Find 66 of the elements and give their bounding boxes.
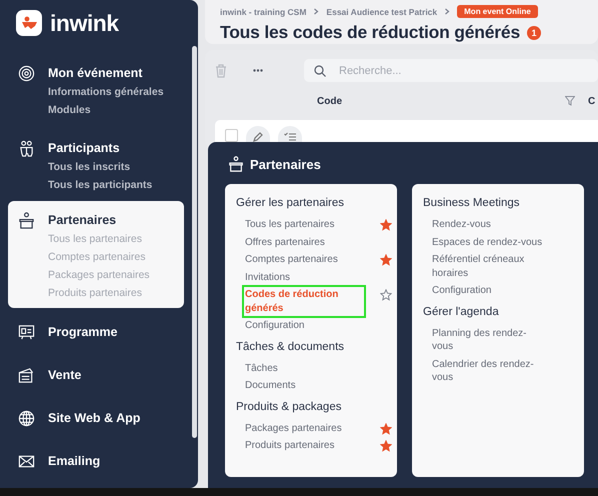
- menu-title: Partenaires: [250, 156, 321, 172]
- page-title: Tous les codes de réduction générés: [220, 22, 520, 43]
- people-icon: [18, 140, 35, 157]
- podium-icon: [18, 212, 35, 229]
- sidebar-item[interactable]: Modules: [48, 104, 91, 117]
- breadcrumb-link[interactable]: Essai Audience test Patrick: [326, 6, 438, 16]
- chevron-icon: [313, 8, 320, 15]
- menu-item[interactable]: Comptes partenaires: [245, 253, 363, 266]
- menu-group-title: Produits & packages: [236, 400, 342, 414]
- more-icon[interactable]: [253, 69, 263, 72]
- count-badge: 1: [527, 26, 541, 40]
- target-icon: [18, 65, 35, 82]
- status-badge: Mon event Online: [457, 5, 538, 18]
- checkbox[interactable]: [225, 129, 238, 142]
- sidebar-section-title[interactable]: Partenaires: [48, 213, 116, 228]
- menu-item[interactable]: Configuration: [245, 319, 363, 332]
- checklist-button[interactable]: [278, 126, 302, 142]
- sidebar-section-title[interactable]: Emailing: [48, 454, 100, 469]
- tickets-icon: [18, 367, 35, 384]
- menu-item[interactable]: Tous les partenaires: [245, 218, 363, 232]
- breadcrumb-link[interactable]: inwink - training CSM: [220, 6, 306, 16]
- column-header[interactable]: C: [588, 96, 596, 106]
- scrollbar[interactable]: [192, 46, 197, 438]
- menu-item[interactable]: Planning des rendez-vous: [432, 326, 546, 354]
- column-header[interactable]: Code: [317, 96, 565, 106]
- menu-group-title: Business Meetings: [423, 196, 520, 210]
- menu-item[interactable]: Documents: [245, 379, 363, 392]
- menu-item[interactable]: Référentiel créneaux horaires: [432, 253, 546, 280]
- menu-item[interactable]: Configuration: [432, 284, 546, 298]
- edit-button[interactable]: [246, 126, 270, 142]
- sidebar-section-title[interactable]: Site Web & App: [48, 411, 140, 426]
- star-icon[interactable]: [380, 422, 392, 434]
- menu-group-title: Gérer les partenaires: [236, 196, 344, 210]
- menu-item[interactable]: Calendrier des rendez-vous: [432, 358, 546, 384]
- sidebar-item[interactable]: Tous les inscrits: [48, 161, 130, 174]
- brand-name: inwink: [50, 10, 119, 36]
- podium-icon: [228, 156, 244, 172]
- sidebar-item[interactable]: Informations générales: [48, 86, 164, 99]
- chevron-icon: [444, 8, 450, 15]
- menu-group-title: Gérer l'agenda: [423, 304, 499, 318]
- filter-icon[interactable]: [565, 96, 575, 106]
- menu-item[interactable]: Codes de réduction générés: [245, 288, 363, 315]
- star-icon[interactable]: [380, 219, 392, 231]
- star-icon[interactable]: [380, 289, 392, 301]
- sidebar-section-title[interactable]: Programme: [48, 325, 118, 340]
- menu-item[interactable]: Invitations: [245, 270, 363, 284]
- sidebar-section-title[interactable]: Mon événement: [48, 66, 142, 81]
- globe-icon: [18, 410, 35, 427]
- menu-item[interactable]: Offres partenaires: [245, 236, 363, 249]
- menu-item[interactable]: Produits partenaires: [245, 439, 363, 452]
- menu-item[interactable]: Tâches: [245, 362, 363, 375]
- sidebar-item[interactable]: Tous les participants: [48, 179, 152, 192]
- search-field[interactable]: Recherche...: [304, 59, 598, 82]
- logo-icon: [16, 10, 42, 36]
- sidebar-section-title[interactable]: Participants: [48, 141, 120, 156]
- menu-group-title: Tâches & documents: [236, 340, 344, 354]
- envelope-icon: [18, 453, 35, 470]
- presentation-board-icon: [18, 324, 35, 341]
- menu-item[interactable]: Packages partenaires: [245, 422, 363, 435]
- menu-item[interactable]: Rendez-vous: [432, 218, 546, 232]
- star-icon[interactable]: [380, 440, 392, 452]
- star-icon[interactable]: [380, 254, 392, 266]
- sidebar-section-title[interactable]: Vente: [48, 368, 82, 383]
- pencil-icon: [253, 132, 263, 142]
- menu-item[interactable]: Espaces de rendez-vous: [432, 236, 546, 249]
- checklist-icon: [284, 132, 296, 142]
